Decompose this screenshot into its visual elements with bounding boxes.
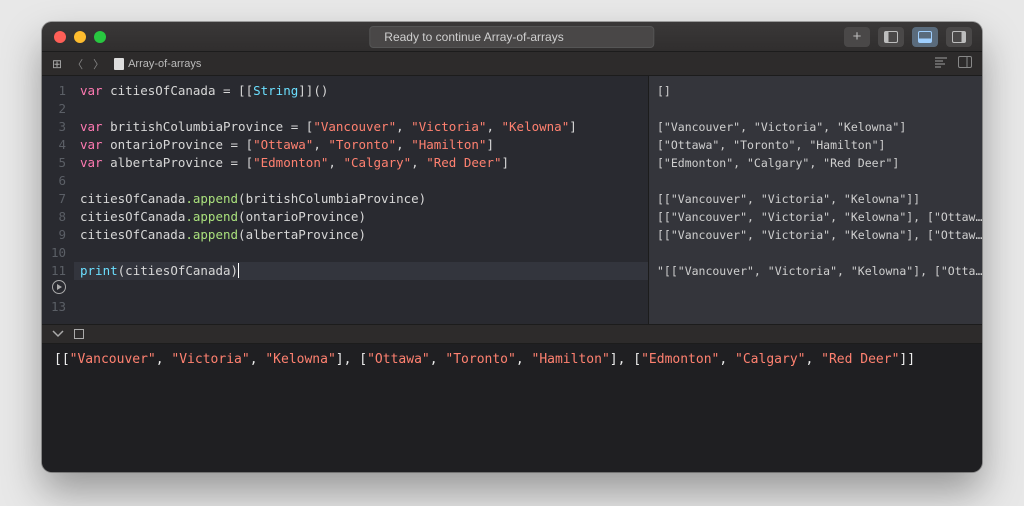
- zoom-icon[interactable]: [94, 31, 106, 43]
- traffic-lights: [54, 31, 106, 43]
- debug-bar: [42, 324, 982, 344]
- line-number: 6: [42, 172, 66, 190]
- line-number: 1: [42, 82, 66, 100]
- minimize-icon[interactable]: [74, 31, 86, 43]
- result-row[interactable]: ["Ottawa", "Toronto", "Hamilton"]: [649, 136, 982, 154]
- panel-left-icon[interactable]: [878, 27, 904, 47]
- line-number: 2: [42, 100, 66, 118]
- xcode-window: Ready to continue Array-of-arrays + ⊞ 〈 …: [42, 22, 982, 472]
- console-output[interactable]: [["Vancouver", "Victoria", "Kelowna"], […: [42, 344, 982, 472]
- line-number: 9: [42, 226, 66, 244]
- add-button[interactable]: +: [844, 27, 870, 47]
- run-status[interactable]: Ready to continue Array-of-arrays: [369, 26, 654, 48]
- console-line: [["Vancouver", "Victoria", "Kelowna"], […: [54, 352, 915, 367]
- swift-file-icon: [114, 58, 124, 70]
- stop-icon[interactable]: [74, 329, 84, 339]
- result-row[interactable]: ["Edmonton", "Calgary", "Red Deer"]: [649, 154, 982, 172]
- minimap-icon[interactable]: [934, 56, 948, 71]
- nav-forward-icon[interactable]: 〉: [93, 56, 104, 72]
- line-number: 10: [42, 244, 66, 262]
- line-number: 5: [42, 154, 66, 172]
- panel-right-icon[interactable]: [946, 27, 972, 47]
- related-items-icon[interactable]: ⊞: [52, 57, 62, 71]
- disclosure-icon[interactable]: [52, 325, 64, 343]
- nav-back-icon[interactable]: 〈: [72, 56, 83, 72]
- result-row[interactable]: [["Vancouver", "Victoria", "Kelowna"], […: [649, 226, 982, 244]
- line-number: 7: [42, 190, 66, 208]
- breadcrumb: ⊞ 〈 〉 Array-of-arrays: [42, 52, 982, 76]
- line-number: 8: [42, 208, 66, 226]
- results-sidebar: [] ["Vancouver", "Victoria", "Kelowna"] …: [648, 76, 982, 324]
- result-row[interactable]: ["Vancouver", "Victoria", "Kelowna"]: [649, 118, 982, 136]
- line-number: 3: [42, 118, 66, 136]
- run-line-icon[interactable]: [52, 280, 66, 294]
- split-editor-icon[interactable]: [958, 56, 972, 71]
- result-row[interactable]: "[["Vancouver", "Victoria", "Kelowna"], …: [649, 262, 982, 280]
- code-area[interactable]: var citiesOfCanada = [[String]]() var br…: [74, 76, 648, 324]
- source-editor[interactable]: 1 2 3 4 5 6 7 8 9 10 11 13 var citiesOfC…: [42, 76, 648, 324]
- result-row[interactable]: [["Vancouver", "Victoria", "Kelowna"], […: [649, 208, 982, 226]
- breadcrumb-file-label: Array-of-arrays: [128, 58, 201, 70]
- panel-bottom-icon[interactable]: [912, 27, 938, 47]
- editor-split: 1 2 3 4 5 6 7 8 9 10 11 13 var citiesOfC…: [42, 76, 982, 324]
- line-number: 13: [42, 298, 66, 316]
- result-row[interactable]: [["Vancouver", "Victoria", "Kelowna"]]: [649, 190, 982, 208]
- titlebar: Ready to continue Array-of-arrays +: [42, 22, 982, 52]
- close-icon[interactable]: [54, 31, 66, 43]
- result-row[interactable]: []: [649, 82, 982, 100]
- line-number: 11: [42, 262, 66, 280]
- breadcrumb-file[interactable]: Array-of-arrays: [114, 58, 201, 70]
- line-number: 4: [42, 136, 66, 154]
- titlebar-right: +: [844, 27, 972, 47]
